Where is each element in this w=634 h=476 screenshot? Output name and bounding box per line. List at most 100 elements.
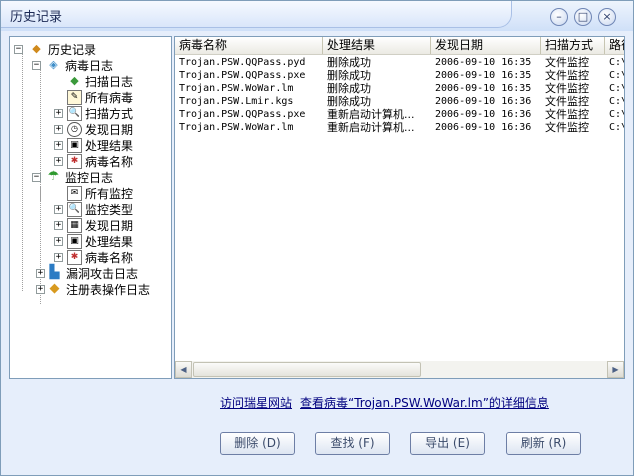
visit-rising-link[interactable]: 访问瑞星网站	[220, 396, 292, 410]
cell-result: 删除成功	[327, 82, 371, 95]
virus-log-table[interactable]: 病毒名称 处理结果 发现日期 扫描方式 路径 Trojan.PSW.QQPass…	[174, 36, 625, 379]
collapse-icon[interactable]: −	[32, 173, 41, 182]
cell-result: 删除成功	[327, 95, 371, 108]
tree-item-label: 扫描方式	[85, 107, 134, 121]
expand-icon[interactable]: +	[54, 205, 63, 214]
expand-icon[interactable]: +	[36, 285, 45, 294]
cell-date: 2006-09-10 16:36	[435, 122, 532, 133]
cell-scan-mode: 文件监控	[545, 108, 589, 121]
log-tree[interactable]: − ◆ 历史记录 − ◈ 病毒日志 ◆ 扫描日志 ✎ 所有病毒 + 🔍 扫描方式…	[9, 36, 172, 379]
column-header-scan-mode[interactable]: 扫描方式	[541, 37, 605, 54]
cell-virus-name: Trojan.PSW.QQPass.pxe	[179, 70, 306, 81]
tree-item-label: 处理结果	[85, 235, 134, 249]
registry-log-icon: ◆	[49, 281, 60, 296]
cell-result: 删除成功	[327, 56, 371, 69]
tree-item-label: 发现日期	[85, 123, 134, 137]
table-header: 病毒名称 处理结果 发现日期 扫描方式 路径	[175, 37, 624, 55]
delete-button[interactable]: 删除 (D)	[220, 432, 295, 455]
expand-icon[interactable]: +	[54, 109, 63, 118]
column-header-result[interactable]: 处理结果	[323, 37, 431, 54]
calendar-icon: ▦	[67, 218, 82, 233]
column-header-date[interactable]: 发现日期	[431, 37, 541, 54]
close-button[interactable]: ×	[598, 8, 616, 26]
column-header-path[interactable]: 路径	[605, 37, 624, 54]
cell-date: 2006-09-10 16:36	[435, 96, 532, 107]
scroll-right-icon[interactable]: ▶	[607, 361, 624, 378]
virus-detail-link[interactable]: 查看病毒“Trojan.PSW.WoWar.lm”的详细信息	[300, 396, 549, 410]
table-row[interactable]: Trojan.PSW.WoWar.lm 删除成功 2006-09-10 16:3…	[175, 82, 624, 95]
table-row[interactable]: Trojan.PSW.QQPass.pyd 删除成功 2006-09-10 16…	[175, 56, 624, 69]
expand-icon[interactable]: +	[54, 157, 63, 166]
tree-item-label: 扫描日志	[85, 75, 134, 89]
monitor-log-icon: ☂	[47, 169, 60, 184]
cell-date: 2006-09-10 16:36	[435, 109, 532, 120]
cell-path: C:\	[609, 122, 624, 133]
export-button[interactable]: 导出 (E)	[410, 432, 485, 455]
scroll-left-icon[interactable]: ◀	[175, 361, 192, 378]
expand-icon[interactable]: +	[54, 221, 63, 230]
table-row[interactable]: Trojan.PSW.QQPass.pxe 删除成功 2006-09-10 16…	[175, 69, 624, 82]
cell-path: C:\	[609, 96, 624, 107]
tree-item-label: 历史记录	[48, 43, 97, 57]
cell-result: 重新启动计算机...	[327, 121, 415, 134]
expand-icon[interactable]: +	[54, 125, 63, 134]
horizontal-scrollbar[interactable]: ◀ ▶	[175, 361, 624, 378]
history-icon: ◆	[32, 42, 41, 55]
tree-item-label: 处理结果	[85, 139, 134, 153]
tree-item-label: 监控日志	[65, 171, 114, 185]
cell-virus-name: Trojan.PSW.QQPass.pyd	[179, 57, 306, 68]
scan-log-icon: ◆	[70, 74, 79, 87]
expand-icon[interactable]: +	[54, 237, 63, 246]
table-row[interactable]: Trojan.PSW.WoWar.lm 重新启动计算机... 2006-09-1…	[175, 121, 624, 134]
table-row[interactable]: Trojan.PSW.Lmir.kgs 删除成功 2006-09-10 16:3…	[175, 95, 624, 108]
cell-date: 2006-09-10 16:35	[435, 83, 532, 94]
column-header-virus-name[interactable]: 病毒名称	[175, 37, 323, 54]
all-viruses-icon: ✎	[67, 90, 82, 105]
tree-item-label: 监控类型	[85, 203, 134, 217]
minimize-button[interactable]: –	[550, 8, 568, 26]
expand-icon[interactable]: +	[36, 269, 45, 278]
calendar-icon: ◷	[67, 122, 82, 137]
expand-icon[interactable]: +	[54, 253, 63, 262]
collapse-icon[interactable]: −	[32, 61, 41, 70]
result-icon: ▣	[67, 234, 82, 249]
virus-log-icon: ◈	[49, 58, 58, 71]
tree-item-label: 病毒名称	[85, 155, 134, 169]
cell-scan-mode: 文件监控	[545, 82, 589, 95]
refresh-button[interactable]: 刷新 (R)	[506, 432, 581, 455]
info-links: 访问瑞星网站 查看病毒“Trojan.PSW.WoWar.lm”的详细信息	[220, 394, 557, 411]
table-row[interactable]: Trojan.PSW.QQPass.pxe 重新启动计算机... 2006-09…	[175, 108, 624, 121]
title-bar[interactable]: 历史记录 – □ ×	[1, 1, 633, 31]
cell-virus-name: Trojan.PSW.WoWar.lm	[179, 122, 294, 133]
cell-scan-mode: 文件监控	[545, 95, 589, 108]
cell-virus-name: Trojan.PSW.Lmir.kgs	[179, 96, 294, 107]
find-button[interactable]: 查找 (F)	[315, 432, 390, 455]
title-tab: 历史记录	[1, 1, 512, 28]
tree-item-label: 所有病毒	[85, 91, 134, 105]
expand-icon[interactable]: +	[54, 141, 63, 150]
cell-result: 删除成功	[327, 69, 371, 82]
cell-virus-name: Trojan.PSW.QQPass.pxe	[179, 109, 306, 120]
tree-item-label: 所有监控	[85, 187, 134, 201]
cell-scan-mode: 文件监控	[545, 121, 589, 134]
maximize-button[interactable]: □	[574, 8, 592, 26]
tree-line	[22, 51, 23, 291]
cell-scan-mode: 文件监控	[545, 56, 589, 69]
collapse-icon[interactable]: −	[14, 45, 23, 54]
tree-item-label: 注册表操作日志	[66, 283, 151, 297]
result-icon: ▣	[67, 138, 82, 153]
history-window: 历史记录 – □ × − ◆ 历史记录 − ◈ 病毒日志 ◆ 扫描日志 ✎ 所有…	[0, 0, 634, 476]
cell-virus-name: Trojan.PSW.WoWar.lm	[179, 83, 294, 94]
cell-result: 重新启动计算机...	[327, 108, 415, 121]
cell-date: 2006-09-10 16:35	[435, 70, 532, 81]
scroll-thumb[interactable]	[193, 362, 421, 377]
tree-item-label: 发现日期	[85, 219, 134, 233]
cell-scan-mode: 文件监控	[545, 69, 589, 82]
tree-item-label: 漏洞攻击日志	[66, 267, 139, 281]
all-monitors-icon: ✉	[67, 186, 82, 201]
monitor-type-icon: 🔍	[67, 202, 82, 217]
window-title: 历史记录	[10, 10, 63, 25]
cell-path: C:\	[609, 109, 624, 120]
cell-path: C:\	[609, 83, 624, 94]
exploit-log-icon: ▙	[49, 265, 60, 280]
